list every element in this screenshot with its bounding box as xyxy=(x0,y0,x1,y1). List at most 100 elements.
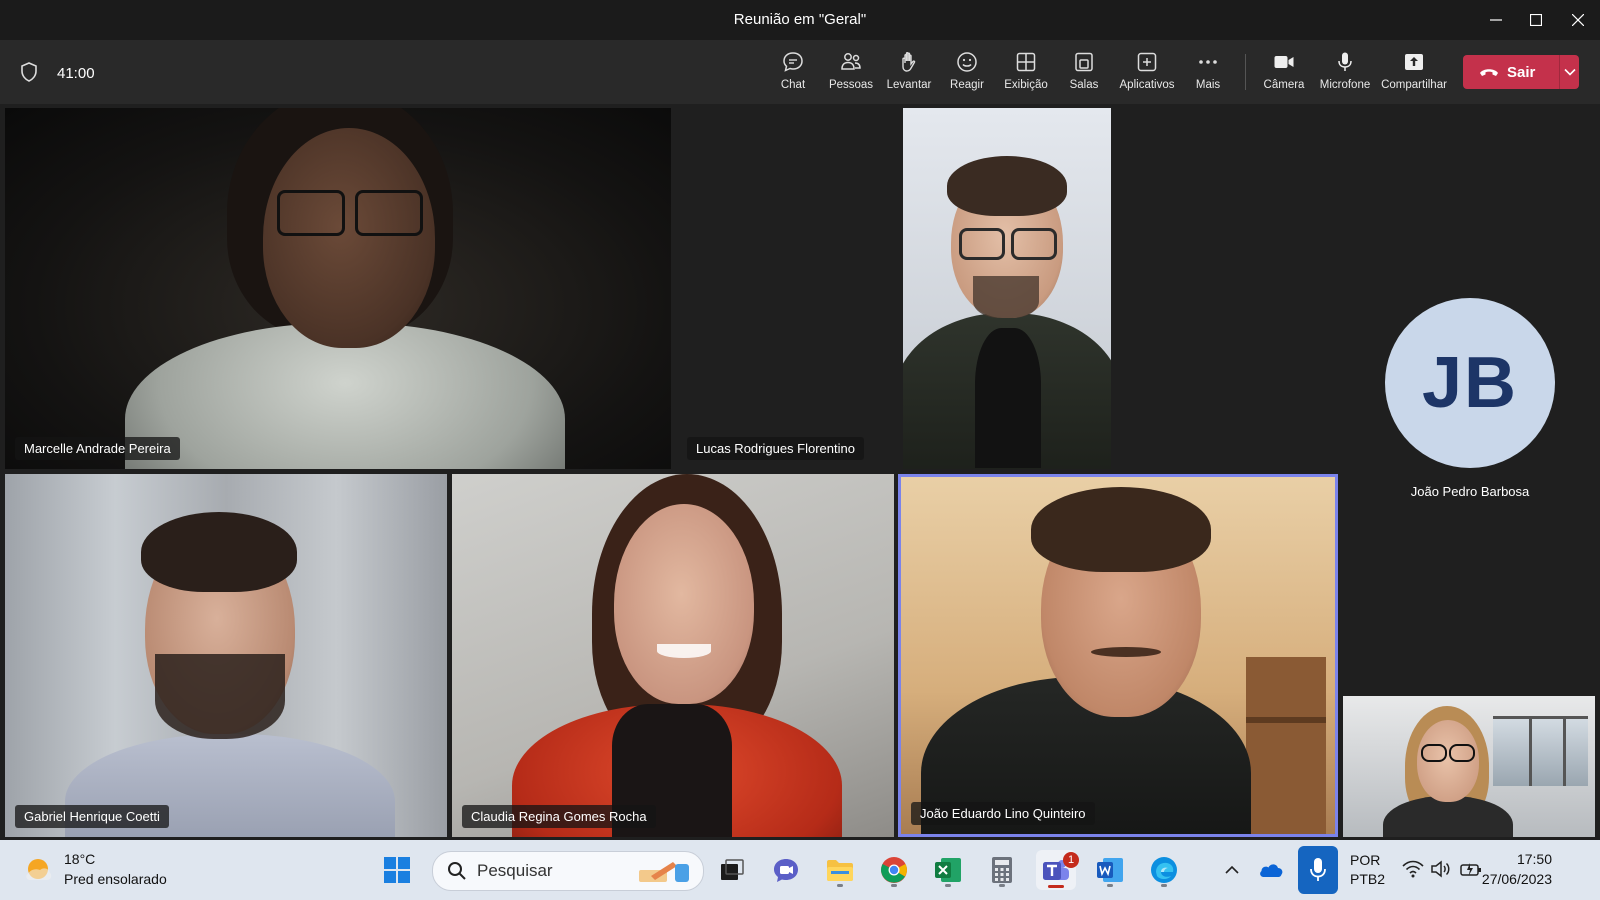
participant-name: Claudia Regina Gomes Rocha xyxy=(462,805,656,828)
battery-icon[interactable] xyxy=(1460,860,1482,878)
video-stage: Marcelle Andrade Pereira Lucas Rodrigues… xyxy=(0,104,1600,840)
wifi-icon[interactable] xyxy=(1402,860,1424,878)
excel-icon xyxy=(935,858,961,882)
self-view-video xyxy=(1343,696,1595,837)
more-icon xyxy=(1199,60,1217,64)
chrome-button[interactable] xyxy=(874,850,914,890)
leave-label: Sair xyxy=(1507,63,1536,81)
teams-chat-icon xyxy=(774,859,798,882)
share-button[interactable]: Compartilhar xyxy=(1381,50,1447,91)
excel-button[interactable] xyxy=(928,850,968,890)
weather-sun-icon[interactable] xyxy=(24,854,54,884)
microphone-label: Microfone xyxy=(1319,79,1371,91)
weather-temperature: 18°C xyxy=(64,851,96,867)
view-label: Exibição xyxy=(1004,79,1048,91)
search-highlight-icon xyxy=(639,862,689,882)
microphone-button[interactable]: Microfone xyxy=(1315,50,1375,91)
hang-up-icon xyxy=(1480,69,1498,76)
teams-button[interactable]: 1 xyxy=(1036,850,1079,890)
task-view-button[interactable] xyxy=(712,850,752,890)
video-tile-gabriel[interactable]: Gabriel Henrique Coetti xyxy=(5,474,447,837)
maximize-button[interactable] xyxy=(1516,6,1556,34)
file-explorer-button[interactable] xyxy=(820,850,860,890)
people-label: Pessoas xyxy=(828,79,874,91)
smiley-icon xyxy=(957,52,977,72)
clock-date[interactable]: 27/06/2023 xyxy=(1482,871,1552,887)
participant-video xyxy=(5,108,671,469)
shield-icon[interactable] xyxy=(20,62,38,82)
participant-name: Gabriel Henrique Coetti xyxy=(15,805,169,828)
participant-video xyxy=(5,474,447,837)
onedrive-button[interactable] xyxy=(1256,850,1286,890)
minimize-icon xyxy=(1490,19,1502,21)
people-button[interactable]: Pessoas xyxy=(821,50,881,91)
rooms-button[interactable]: Salas xyxy=(1054,50,1114,91)
keyboard-layout[interactable]: PTB2 xyxy=(1350,871,1385,887)
apps-label: Aplicativos xyxy=(1119,79,1175,91)
breakout-rooms-icon xyxy=(1075,52,1093,72)
share-icon xyxy=(1405,54,1423,70)
input-language[interactable]: POR xyxy=(1350,852,1380,868)
chat-icon xyxy=(783,52,803,72)
avatar-initials: JB xyxy=(1421,343,1519,423)
more-button[interactable]: Mais xyxy=(1178,50,1238,91)
react-label: Reagir xyxy=(950,79,984,91)
close-button[interactable] xyxy=(1558,6,1598,34)
close-icon xyxy=(1572,14,1584,26)
video-tile-joao-eduardo[interactable]: João Eduardo Lino Quinteiro xyxy=(898,474,1338,837)
clock-time[interactable]: 17:50 xyxy=(1517,851,1552,867)
react-button[interactable]: Reagir xyxy=(937,50,997,91)
video-tile-marcelle[interactable]: Marcelle Andrade Pereira xyxy=(5,108,671,469)
search-placeholder: Pesquisar xyxy=(477,861,553,880)
maximize-icon xyxy=(1530,14,1542,26)
participant-video xyxy=(901,477,1335,834)
view-button[interactable]: Exibição xyxy=(996,50,1056,91)
onedrive-cloud-icon xyxy=(1260,864,1283,877)
folder-icon xyxy=(827,860,853,881)
apps-button[interactable]: Aplicativos xyxy=(1117,50,1177,91)
calculator-button[interactable] xyxy=(982,850,1022,890)
show-hidden-icons-button[interactable] xyxy=(1218,850,1246,890)
start-button[interactable] xyxy=(377,850,417,890)
leave-button[interactable]: Sair xyxy=(1463,55,1579,89)
more-label: Mais xyxy=(1195,79,1221,91)
edge-button[interactable] xyxy=(1144,850,1184,890)
minimize-button[interactable] xyxy=(1476,6,1516,34)
volume-icon[interactable] xyxy=(1430,860,1450,878)
taskbar-search[interactable]: Pesquisar xyxy=(432,851,704,891)
avatar-jb[interactable]: JB xyxy=(1385,298,1555,468)
chevron-up-icon xyxy=(1225,865,1239,874)
raise-hand-label: Levantar xyxy=(886,79,932,91)
participant-name: João Eduardo Lino Quinteiro xyxy=(911,802,1095,825)
participant-name-joao-pedro: João Pedro Barbosa xyxy=(1410,484,1530,499)
participant-video xyxy=(452,474,894,837)
raise-hand-icon xyxy=(902,52,916,72)
microphone-in-use-button[interactable] xyxy=(1298,846,1338,894)
camera-button[interactable]: Câmera xyxy=(1254,50,1314,91)
camera-icon xyxy=(1274,56,1294,68)
word-button[interactable] xyxy=(1090,850,1130,890)
chat-button[interactable]: Chat xyxy=(763,50,823,91)
meeting-toolbar: 41:00 Chat Pessoas Levantar Reagir Exibi… xyxy=(0,40,1600,104)
chevron-down-icon xyxy=(1563,68,1576,76)
chat-label: Chat xyxy=(780,79,806,91)
word-icon xyxy=(1097,858,1123,882)
video-tile-claudia[interactable]: Claudia Regina Gomes Rocha xyxy=(452,474,894,837)
leave-main[interactable]: Sair xyxy=(1463,55,1559,89)
microphone-tray-icon xyxy=(1310,858,1326,881)
calculator-icon xyxy=(992,857,1012,883)
task-view-icon xyxy=(721,859,744,880)
participant-name: Lucas Rodrigues Florentino xyxy=(687,437,864,460)
edge-icon xyxy=(1151,857,1177,883)
window-title: Reunião em "Geral" xyxy=(733,11,867,28)
video-tile-lucas[interactable]: Lucas Rodrigues Florentino xyxy=(677,108,1114,469)
raise-hand-button[interactable]: Levantar xyxy=(879,50,939,91)
leave-options-button[interactable] xyxy=(1560,55,1579,89)
teams-chat-button[interactable] xyxy=(766,850,806,890)
taskbar: 18°C Pred ensolarado Pesquisar 1 POR PTB… xyxy=(0,840,1600,900)
search-icon xyxy=(448,862,466,880)
chrome-icon xyxy=(881,857,907,883)
self-view-tile[interactable] xyxy=(1343,696,1595,837)
participant-name: Marcelle Andrade Pereira xyxy=(15,437,180,460)
weather-description: Pred ensolarado xyxy=(64,871,167,887)
